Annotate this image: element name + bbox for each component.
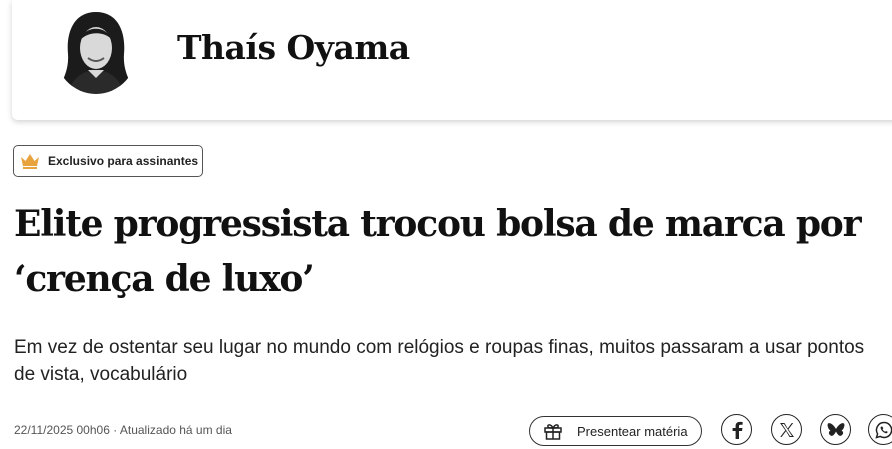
gift-icon bbox=[543, 421, 563, 441]
bluesky-icon bbox=[827, 422, 845, 438]
share-whatsapp-button[interactable] bbox=[868, 414, 892, 445]
share-x-button[interactable] bbox=[771, 414, 802, 445]
author-name[interactable]: Thaís Oyama bbox=[177, 28, 410, 67]
subscriber-exclusive-badge: Exclusivo para assinantes bbox=[13, 145, 203, 177]
author-avatar[interactable] bbox=[54, 4, 138, 94]
article-headline: Elite progressista trocou bolsa de marca… bbox=[14, 203, 862, 300]
gift-article-button[interactable]: Presentear matéria bbox=[529, 416, 702, 446]
whatsapp-icon bbox=[874, 421, 892, 439]
facebook-icon bbox=[730, 421, 744, 439]
share-bluesky-button[interactable] bbox=[820, 414, 851, 445]
x-icon bbox=[779, 422, 795, 438]
gift-button-label: Presentear matéria bbox=[577, 423, 688, 439]
author-header: Thaís Oyama bbox=[12, 0, 892, 120]
share-facebook-button[interactable] bbox=[721, 414, 752, 445]
publish-date: 22/11/2025 00h06 · Atualizado há um dia bbox=[14, 423, 232, 437]
crown-icon bbox=[20, 153, 40, 169]
article-standfirst: Em vez de ostentar seu lugar no mundo co… bbox=[14, 337, 865, 385]
badge-label: Exclusivo para assinantes bbox=[48, 154, 199, 168]
